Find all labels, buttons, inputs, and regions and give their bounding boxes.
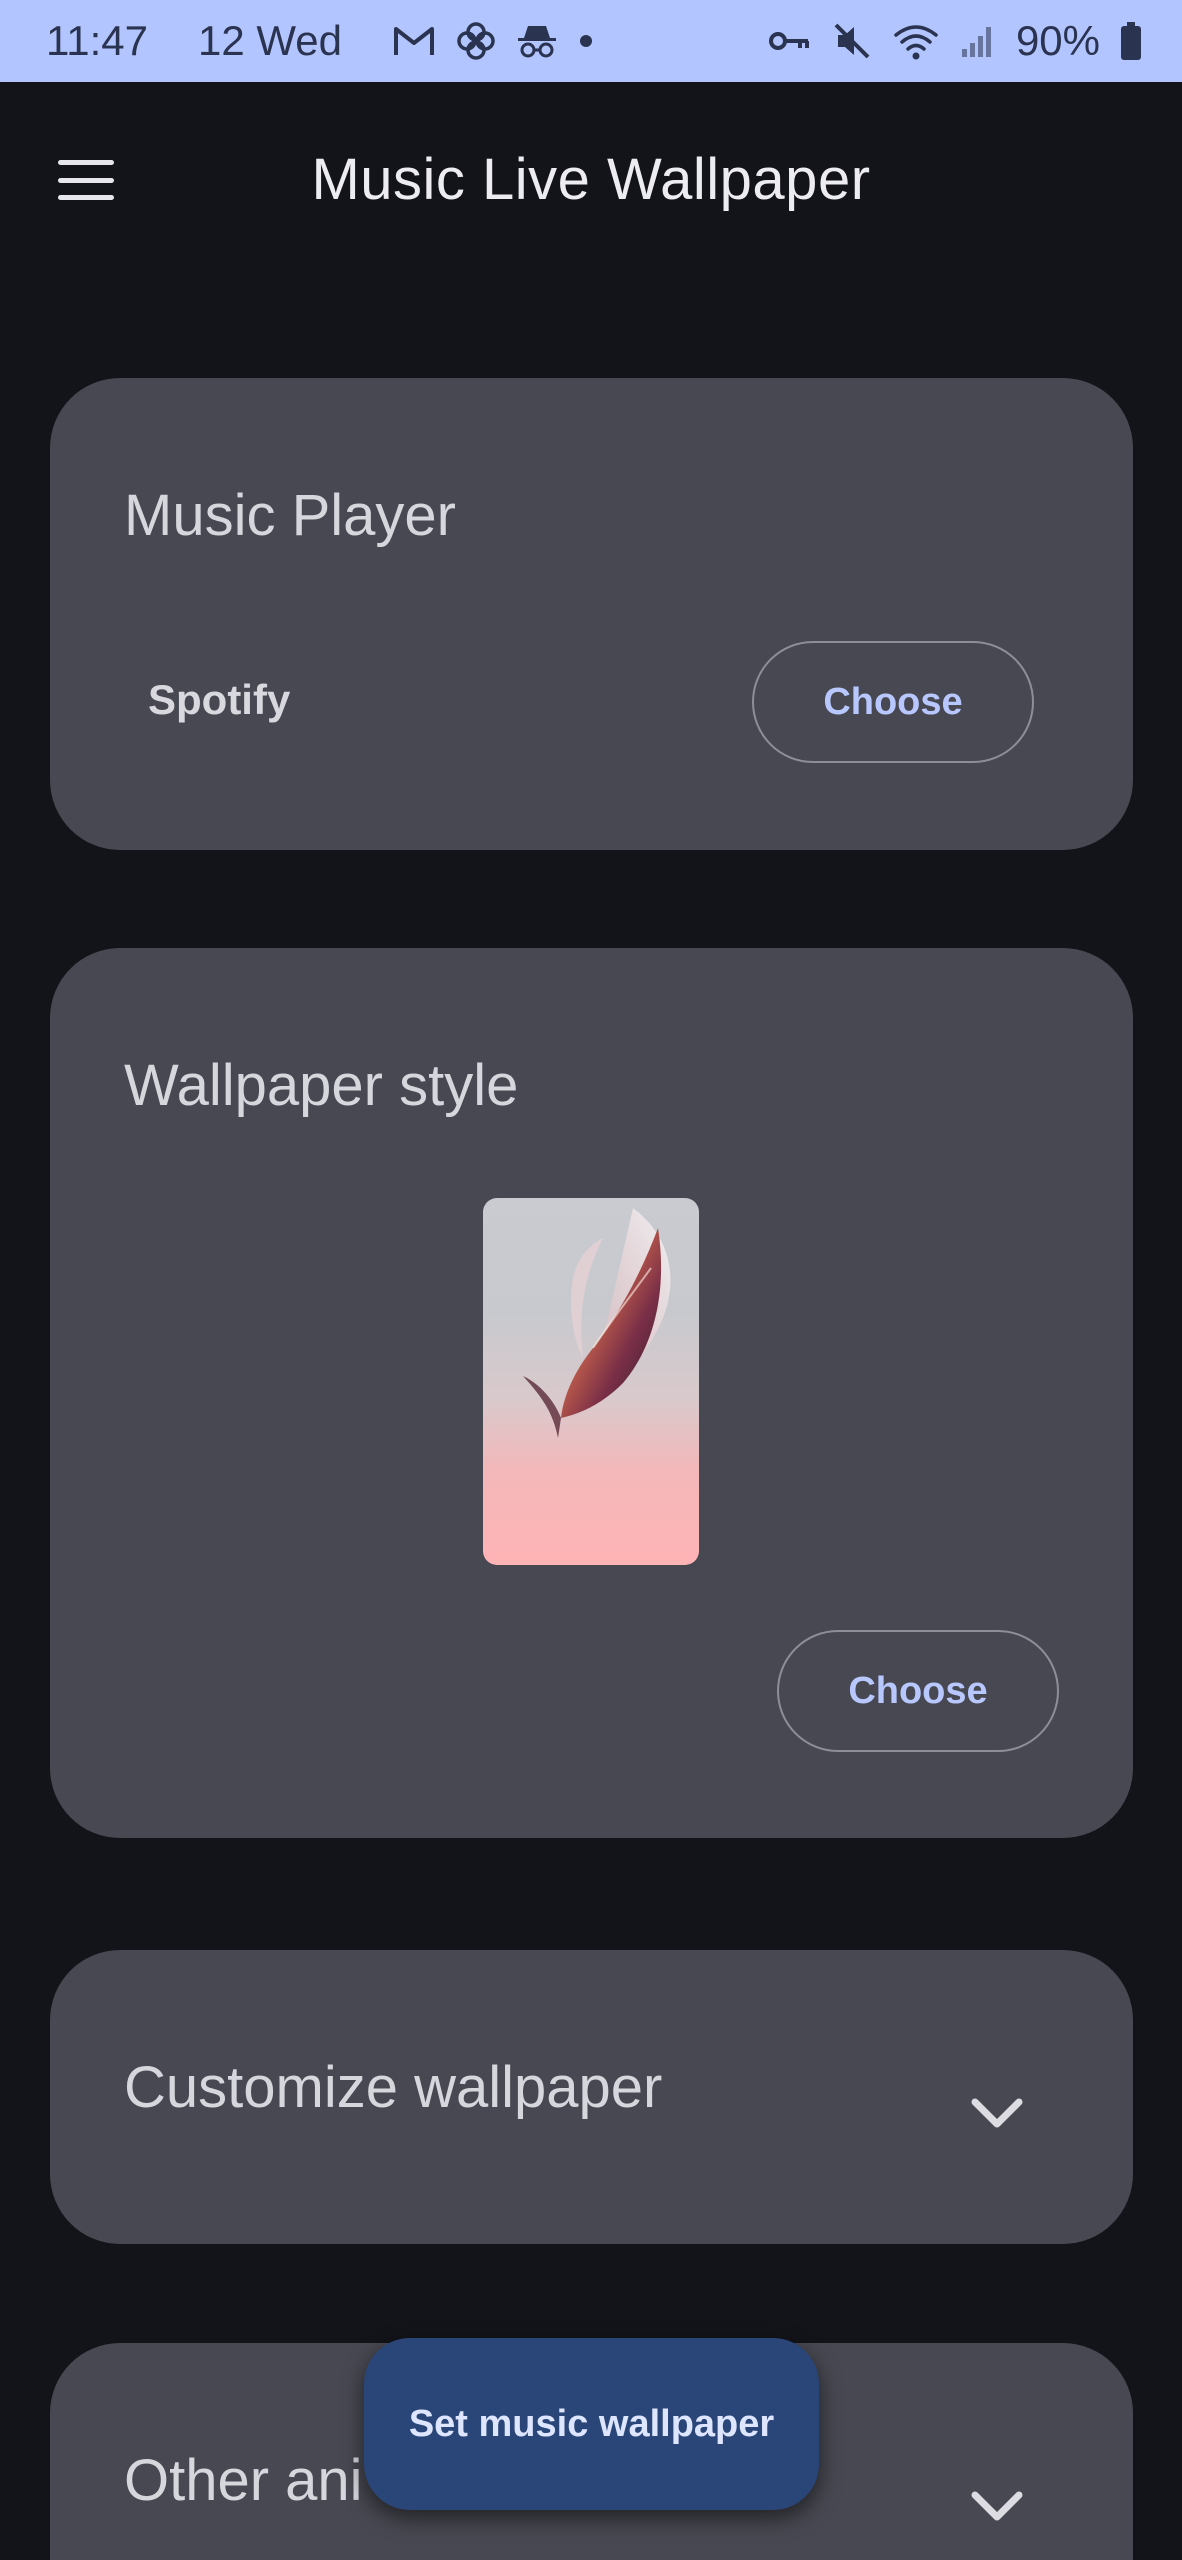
chevron-down-icon[interactable] [967,2485,1027,2525]
selected-player-label: Spotify [148,676,291,723]
choose-player-button[interactable]: Choose [752,641,1034,763]
battery-icon [1120,21,1142,61]
choose-style-button[interactable]: Choose [777,1630,1059,1752]
status-time: 11:47 [46,17,148,64]
wallpaper-preview[interactable] [483,1198,699,1565]
wallpaper-style-card: Wallpaper style Choose [50,948,1133,1838]
customize-wallpaper-card[interactable]: Customize wallpaper [50,1950,1133,2244]
top-app-bar: Music Live Wallpaper [0,82,1182,282]
music-player-card: Music Player Spotify Choose [50,378,1133,850]
status-date: 12 Wed [198,17,342,64]
screen: 11:47 12 Wed 90% Music Live Wallpaper Mu… [0,0,1182,2560]
battery-percent: 90% [1015,17,1100,64]
pinwheel-icon [456,21,496,61]
status-bar-left: 11:47 12 Wed [46,17,594,65]
page-title: Music Live Wallpaper [311,147,871,212]
music-player-title: Music Player [124,483,456,548]
gmail-icon [392,23,436,59]
dot-icon [578,33,594,49]
wallpaper-style-title: Wallpaper style [124,1053,519,1118]
customize-wallpaper-title: Customize wallpaper [124,2055,663,2120]
incognito-icon [516,22,558,60]
mute-icon [832,21,872,61]
vpn-key-icon [768,27,812,55]
signal-icon [960,23,996,59]
status-bar: 11:47 12 Wed 90% [0,0,1182,82]
other-card-title: Other ani [124,2448,363,2513]
chevron-down-icon[interactable] [967,2092,1027,2132]
wifi-icon [892,21,940,61]
wallpaper-preview-art [523,1208,671,1438]
status-bar-right: 90% [768,17,1142,65]
set-music-wallpaper-button[interactable]: Set music wallpaper [364,2338,819,2510]
